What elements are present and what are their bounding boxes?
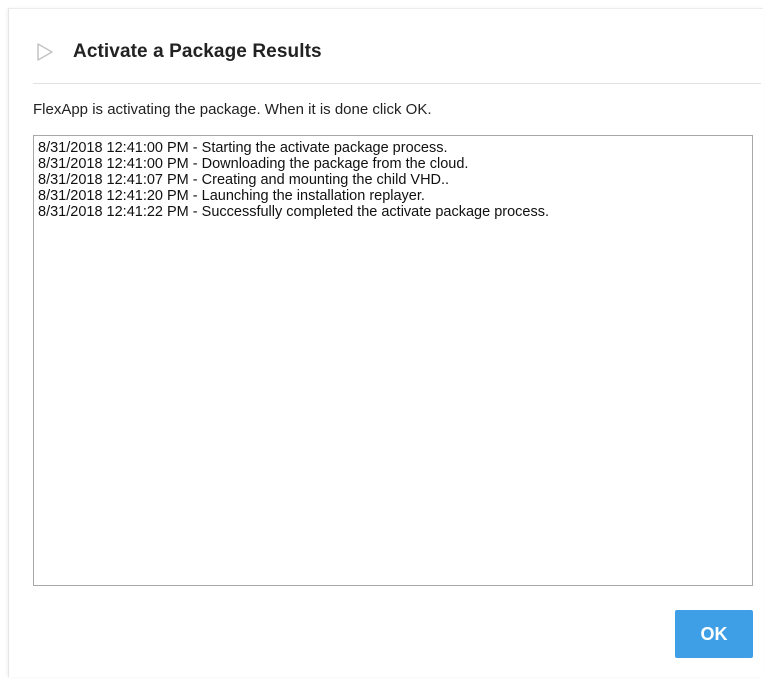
log-line: 8/31/2018 12:41:00 PM - Downloading the … <box>38 156 469 172</box>
dialog-title: Activate a Package Results <box>73 41 322 62</box>
activate-package-results-dialog: Activate a Package Results FlexApp is ac… <box>8 8 763 677</box>
activation-log-textarea[interactable]: 8/31/2018 12:41:00 PM - Starting the act… <box>33 135 753 586</box>
play-triangle-icon <box>35 42 55 62</box>
log-line: 8/31/2018 12:41:07 PM - Creating and mou… <box>38 172 450 188</box>
log-line: 8/31/2018 12:41:00 PM - Starting the act… <box>38 140 448 156</box>
dialog-description: FlexApp is activating the package. When … <box>33 101 432 118</box>
header-divider <box>33 83 761 84</box>
ok-button[interactable]: OK <box>675 610 753 658</box>
log-line: 8/31/2018 12:41:20 PM - Launching the in… <box>38 188 425 204</box>
dialog-header: Activate a Package Results <box>35 37 322 67</box>
log-line: 8/31/2018 12:41:22 PM - Successfully com… <box>38 204 550 220</box>
